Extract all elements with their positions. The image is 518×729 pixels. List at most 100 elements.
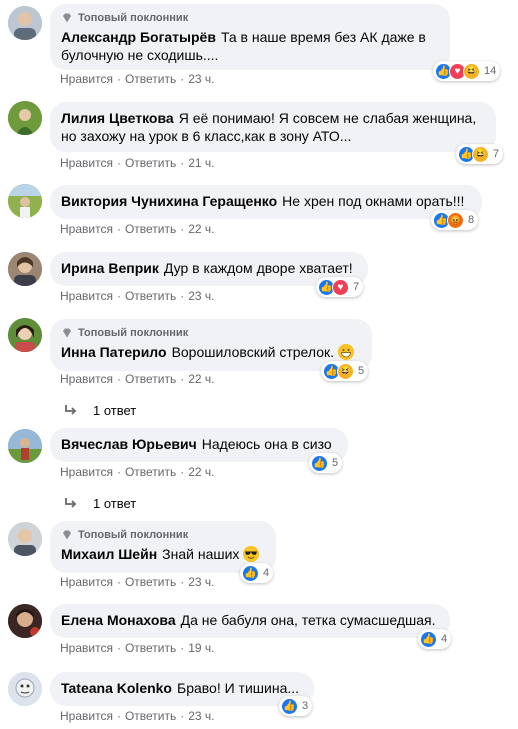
reactions-summary[interactable]: 👍 😡 8 xyxy=(431,210,479,230)
reaction-count: 8 xyxy=(468,214,475,226)
haha-icon: 😆 xyxy=(472,145,489,163)
timestamp[interactable]: 23 ч. xyxy=(188,708,214,724)
comment-author[interactable]: Елена Монахова xyxy=(61,612,176,628)
like-link[interactable]: Нравится xyxy=(60,464,113,480)
comment-bubble: Tateana Kolenko Браво! И тишина... xyxy=(50,672,314,706)
comment-author[interactable]: Лилия Цветкова xyxy=(61,110,174,126)
top-fan-badge: Топовый поклонник xyxy=(61,11,439,25)
timestamp[interactable]: 19 ч. xyxy=(188,640,214,656)
reactions-summary[interactable]: 👍 4 xyxy=(418,629,452,649)
comment-author[interactable]: Александр Богатырёв xyxy=(61,29,216,45)
timestamp[interactable]: 23 ч. xyxy=(188,71,214,87)
comment-text: Да не бабуля она, тетка сумасшедшая. xyxy=(180,612,436,628)
comment-text: Надеюсь она в сизо xyxy=(201,436,332,452)
avatar[interactable] xyxy=(8,522,42,556)
comment-text: Я её понимаю! Я совсем не слабая женщина… xyxy=(178,110,477,126)
like-link[interactable]: Нравится xyxy=(60,574,113,590)
reactions-summary[interactable]: 👍 ♥ 7 xyxy=(316,277,364,297)
reactions-summary[interactable]: 👍 😆 5 xyxy=(321,361,369,381)
comment-author[interactable]: Ирина Веприк xyxy=(61,260,159,276)
comment-actions: Нравится · Ответить · 23 ч. xyxy=(60,288,215,304)
reply-arrow-icon xyxy=(65,405,77,415)
avatar[interactable] xyxy=(8,318,42,352)
like-link[interactable]: Нравится xyxy=(60,221,113,237)
like-link[interactable]: Нравится xyxy=(60,155,113,171)
avatar[interactable] xyxy=(8,429,42,463)
haha-icon: 😆 xyxy=(337,362,354,380)
reply-link[interactable]: Ответить xyxy=(125,288,176,304)
reactions-summary[interactable]: 👍 😆 7 xyxy=(456,144,504,164)
avatar[interactable] xyxy=(8,184,42,218)
like-link[interactable]: Нравится xyxy=(60,640,113,656)
replies-count: 1 ответ xyxy=(93,495,137,511)
timestamp[interactable]: 23 ч. xyxy=(188,288,214,304)
comment-actions: Нравится · Ответить · 22 ч. xyxy=(60,221,215,237)
comment-author[interactable]: Виктория Чунихина Геращенко xyxy=(61,193,277,209)
reply-link[interactable]: Ответить xyxy=(125,221,176,237)
thumbs-up-icon: 👍 xyxy=(242,564,259,582)
reaction-count: 14 xyxy=(484,65,497,77)
like-link[interactable]: Нравится xyxy=(60,288,113,304)
comment-text: Та в наше время без АК даже в xyxy=(220,29,426,45)
like-link[interactable]: Нравится xyxy=(60,71,113,87)
top-fan-badge: Топовый поклонник xyxy=(61,528,265,542)
thumbs-up-icon: 👍 xyxy=(311,454,328,472)
comment-text: Дур в каждом дворе хватает! xyxy=(163,260,353,276)
comment-text: Ворошиловский стрелок. xyxy=(171,344,335,360)
reaction-count: 4 xyxy=(263,567,270,579)
haha-icon: 😆 xyxy=(463,62,480,80)
avatar[interactable] xyxy=(8,252,42,286)
grinning-emoji-icon xyxy=(338,344,355,360)
comment-author[interactable]: Вячеслав Юрьевич xyxy=(61,436,197,452)
timestamp[interactable]: 22 ч. xyxy=(188,371,214,387)
diamond-icon xyxy=(63,13,71,23)
reply-link[interactable]: Ответить xyxy=(125,155,176,171)
view-replies-link[interactable]: 1 ответ xyxy=(64,494,136,512)
reply-link[interactable]: Ответить xyxy=(125,371,176,387)
diamond-icon xyxy=(63,328,71,338)
comment-actions: Нравится · Ответить · 23 ч. xyxy=(60,708,215,724)
like-link[interactable]: Нравится xyxy=(60,708,113,724)
comment-text: Браво! И тишина... xyxy=(177,680,300,696)
comment-author[interactable]: Tateana Kolenko xyxy=(61,680,172,696)
comment-author[interactable]: Инна Патерило xyxy=(61,344,167,360)
comment-text-line2: но захожу на урок в 6 класс,как в зону А… xyxy=(61,128,352,144)
reply-link[interactable]: Ответить xyxy=(125,708,176,724)
comment-bubble: Елена Монахова Да не бабуля она, тетка су… xyxy=(50,604,450,638)
reaction-count: 4 xyxy=(441,633,448,645)
comment-actions: Нравится · Ответить · 21 ч. xyxy=(60,155,215,171)
thumbs-up-icon: 👍 xyxy=(281,697,298,715)
like-link[interactable]: Нравится xyxy=(60,371,113,387)
comment-text: Не хрен под окнами орать!!! xyxy=(282,193,465,209)
reaction-count: 7 xyxy=(493,148,500,160)
avatar[interactable] xyxy=(8,604,42,638)
reactions-summary[interactable]: 👍 ♥ 😆 14 xyxy=(433,61,501,81)
timestamp[interactable]: 22 ч. xyxy=(188,221,214,237)
reply-link[interactable]: Ответить xyxy=(125,574,176,590)
diamond-icon xyxy=(63,530,71,540)
reaction-count: 5 xyxy=(332,457,339,469)
reactions-summary[interactable]: 👍 5 xyxy=(309,453,343,473)
reaction-count: 7 xyxy=(353,281,360,293)
thumbs-up-icon: 👍 xyxy=(420,630,437,648)
reply-link[interactable]: Ответить xyxy=(125,71,176,87)
comment-bubble: Виктория Чунихина Геращенко Не хрен под о… xyxy=(50,185,482,219)
reply-arrow-icon xyxy=(65,498,77,508)
timestamp[interactable]: 21 ч. xyxy=(188,155,214,171)
reactions-summary[interactable]: 👍 4 xyxy=(240,563,274,583)
view-replies-link[interactable]: 1 ответ xyxy=(64,401,136,419)
sunglasses-emoji-icon xyxy=(243,546,260,562)
comment-actions: Нравится · Ответить · 23 ч. xyxy=(60,71,215,87)
comment-author[interactable]: Михаил Шейн xyxy=(61,546,157,562)
comment-bubble: Лилия Цветкова Я её понимаю! Я совсем не … xyxy=(50,102,496,152)
reply-link[interactable]: Ответить xyxy=(125,640,176,656)
avatar[interactable] xyxy=(8,101,42,135)
timestamp[interactable]: 22 ч. xyxy=(188,464,214,480)
comment-actions: Нравится · Ответить · 23 ч. xyxy=(60,574,215,590)
avatar[interactable] xyxy=(8,672,42,706)
top-fan-badge: Топовый поклонник xyxy=(61,326,361,340)
reactions-summary[interactable]: 👍 3 xyxy=(279,696,313,716)
timestamp[interactable]: 23 ч. xyxy=(188,574,214,590)
avatar[interactable] xyxy=(8,6,42,40)
reply-link[interactable]: Ответить xyxy=(125,464,176,480)
